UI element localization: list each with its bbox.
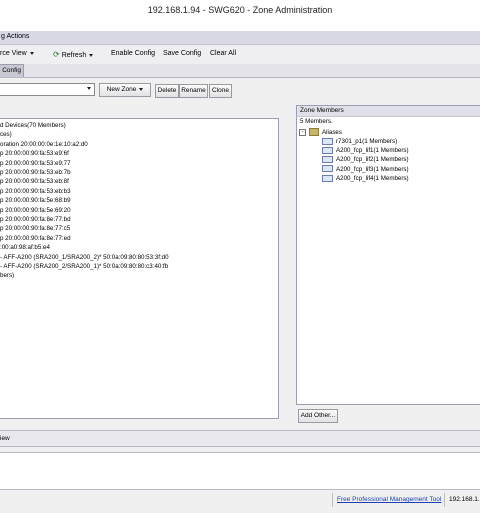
menu-bar: g Actions (0, 31, 480, 45)
member-row[interactable]: p 20:00:00:90:fa:8e:77:bd (0, 215, 71, 224)
clone-button[interactable]: Clone (209, 84, 232, 98)
aliases-tree-root[interactable]: - Aliases (299, 128, 342, 137)
member-row[interactable]: - AFF-A200 (SRA200_2/SRA200_1)* 50:0a:09… (0, 262, 168, 271)
tab-config[interactable]: Config (0, 64, 24, 77)
title-band (0, 20, 480, 31)
member-row[interactable]: oration 20:00:00:0e:1e:10:a2:d0 (0, 140, 88, 149)
member-row[interactable]: p 20:00:00:90:fa:5e:69:20 (0, 206, 71, 215)
refresh-icon: ⟳ (53, 50, 60, 59)
zone-member-item[interactable]: r7301_p1(1 Members) (322, 137, 397, 146)
enable-config-button[interactable]: Enable Config (111, 50, 155, 57)
alias-icon (322, 137, 333, 145)
member-row[interactable]: bers) (0, 271, 14, 280)
refresh-dropdown[interactable]: ⟳ Refresh (53, 50, 94, 59)
zone-member-label: A200_fcp_lif4(1 Members) (336, 174, 409, 182)
member-row[interactable]: p 20:00:00:90:fa:8e:77:ed (0, 234, 71, 243)
view-dropdown[interactable]: rce View (0, 50, 34, 57)
member-row[interactable]: p 20:00:00:90:fa:53:eb:7b (0, 168, 71, 177)
zone-member-label: r7301_p1(1 Members) (336, 138, 398, 145)
chevron-down-icon (87, 87, 91, 90)
delete-button[interactable]: Delete (155, 84, 179, 98)
management-tool-link[interactable]: Free Professional Management Tool (337, 496, 441, 503)
rename-button[interactable]: Rename (179, 84, 208, 98)
lower-panel (0, 452, 480, 490)
status-bar: Free Professional Management Tool 192.16… (0, 493, 480, 507)
zone-controls: New Zone Delete Rename Clone (0, 78, 480, 102)
alias-icon (322, 174, 333, 182)
member-row[interactable]: p 20:00:00:90:fa:5e:68:b9 (0, 196, 71, 205)
zone-member-label: A200_fcp_lif3(1 Members) (336, 165, 409, 173)
new-zone-label: New Zone (106, 86, 137, 93)
tab-view[interactable]: iew (0, 435, 10, 442)
chevron-down-icon (29, 51, 34, 55)
member-row[interactable]: p 20:00:00:90:fa:53:eb:8f (0, 177, 69, 186)
status-divider (444, 493, 445, 507)
view-dropdown-label: rce View (0, 50, 27, 57)
zone-select[interactable] (0, 83, 95, 96)
member-row[interactable]: ces) (0, 130, 12, 139)
member-row[interactable]: - AFF-A200 (SRA200_1/SRA200_2)* 50:0a:09… (0, 253, 169, 262)
status-ip: 192.168.1. (449, 496, 480, 503)
add-other-button[interactable]: Add Other... (298, 409, 338, 423)
member-row[interactable]: p 20:00:00:90:fa:8e:77:c5 (0, 224, 70, 233)
clear-all-button[interactable]: Clear All (210, 50, 236, 57)
collapse-icon[interactable]: - (299, 128, 306, 136)
new-zone-button[interactable]: New Zone (99, 83, 151, 97)
zone-member-item[interactable]: A200_fcp_lif3(1 Members) (322, 165, 409, 174)
member-row[interactable]: p 20:00:00:90:fa:53:eb:b3 (0, 187, 71, 196)
alias-icon (322, 165, 333, 173)
zone-member-item[interactable]: A200_fcp_lif2(1 Members) (322, 155, 409, 164)
refresh-label: Refresh (61, 52, 87, 59)
bottom-tab-strip: iew (0, 430, 480, 447)
alias-icon (322, 147, 333, 155)
member-row[interactable]: p 20:00:00:90:fa:53:e9:77 (0, 159, 71, 168)
zone-member-label: A200_fcp_lif2(1 Members) (336, 156, 409, 164)
folder-icon (309, 128, 319, 137)
chevron-down-icon (89, 53, 94, 57)
menu-item-actions[interactable]: g Actions (1, 33, 29, 40)
zone-member-label: A200_fcp_lif1(1 Members) (336, 147, 409, 155)
zone-members-panel: Zone Members 5 Members. - Aliases r7301_p… (296, 105, 480, 405)
aliases-label: Aliases (322, 129, 342, 136)
save-config-button[interactable]: Save Config (163, 50, 201, 57)
alias-icon (322, 156, 333, 164)
tab-strip: Config (0, 64, 480, 78)
member-row[interactable]: p 20:00:00:90:fa:53:e9:6f (0, 149, 69, 158)
chevron-down-icon (139, 87, 144, 91)
status-divider (332, 493, 333, 507)
zone-member-item[interactable]: A200_fcp_lif4(1 Members) (322, 174, 409, 183)
member-selection-list[interactable]: d Devices(70 Members) ces) oration 20:00:0… (0, 118, 279, 419)
window-title: 192.168.1.94 - SWG620 - Zone Administrat… (0, 0, 480, 21)
zone-members-header: Zone Members (297, 106, 480, 117)
member-row[interactable]: :00:a0:98:af:b5:e4 (0, 243, 50, 252)
zone-member-item[interactable]: A200_fcp_lif1(1 Members) (322, 146, 409, 155)
zone-members-count: 5 Members. (300, 118, 333, 125)
toolbar: rce View ⟳ Refresh Enable Config Save Con… (0, 45, 480, 65)
member-row[interactable]: d Devices(70 Members) (0, 121, 66, 130)
